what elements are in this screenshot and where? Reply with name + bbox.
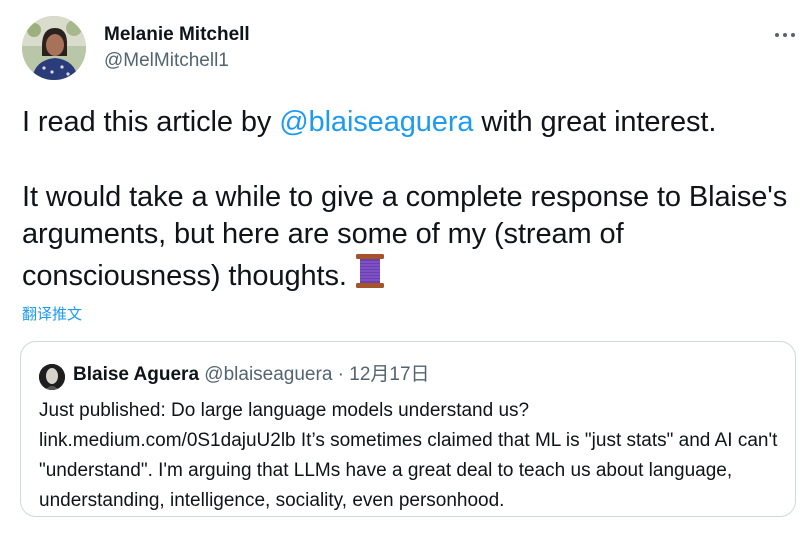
quoted-tweet-text: Just published: Do large language models… bbox=[39, 400, 778, 511]
tweet-text-segment: with great interest. bbox=[473, 106, 717, 138]
quoted-avatar-photo bbox=[39, 364, 65, 390]
tweet-text: I read this article by @blaiseaguera wit… bbox=[22, 104, 807, 299]
tweet-paragraph-1: I read this article by @blaiseaguera wit… bbox=[22, 104, 807, 141]
separator-dot: · bbox=[337, 364, 344, 385]
tweet-text-segment: It would take a while to give a complete… bbox=[22, 181, 788, 292]
avatar-photo bbox=[22, 16, 86, 80]
author-avatar[interactable] bbox=[22, 16, 86, 80]
author-block: Melanie Mitchell @MelMitchell1 bbox=[104, 24, 250, 72]
quoted-author-handle[interactable]: @blaiseaguera bbox=[204, 364, 332, 385]
tweet-text-segment: I read this article by bbox=[22, 106, 280, 138]
author-handle[interactable]: @MelMitchell1 bbox=[104, 50, 250, 72]
author-name[interactable]: Melanie Mitchell bbox=[104, 24, 250, 46]
translate-tweet-link[interactable]: 翻译推文 bbox=[22, 303, 82, 324]
thread-spool-icon bbox=[355, 253, 385, 299]
tweet-paragraph-2: It would take a while to give a complete… bbox=[22, 179, 807, 299]
mention-link[interactable]: @blaiseaguera bbox=[279, 106, 473, 138]
quoted-tweet-header: Blaise Aguera @blaiseaguera · 12月17日 bbox=[73, 363, 430, 387]
quoted-author-avatar[interactable] bbox=[39, 364, 65, 390]
more-options-icon[interactable] bbox=[774, 25, 798, 45]
quoted-tweet-date[interactable]: 12月17日 bbox=[349, 364, 429, 385]
quoted-author-name[interactable]: Blaise Aguera bbox=[73, 364, 199, 385]
quoted-tweet[interactable]: Blaise Aguera @blaiseaguera · 12月17日 Jus… bbox=[20, 341, 796, 517]
